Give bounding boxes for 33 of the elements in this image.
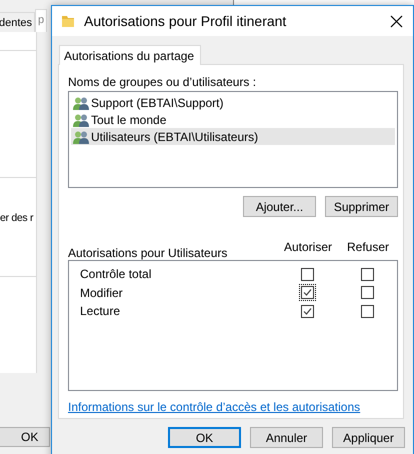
- users-icon: [73, 96, 89, 110]
- dialog-button[interactable]: Appliquer: [332, 427, 405, 448]
- checkbox[interactable]: [298, 266, 316, 283]
- checkbox[interactable]: [298, 284, 316, 302]
- add-button[interactable]: Ajouter...: [243, 196, 316, 217]
- permission-name: Contrôle total: [80, 267, 152, 282]
- checkbox[interactable]: [358, 302, 376, 320]
- dialog-button[interactable]: Annuler: [250, 427, 323, 448]
- dialog-button[interactable]: OK: [168, 427, 241, 448]
- permissions-label: Autorisations pour Utilisateurs: [68, 246, 228, 260]
- checkbox[interactable]: [298, 302, 316, 320]
- permission-name: Modifier: [80, 286, 124, 300]
- window-title: Autorisations pour Profil itinerant: [84, 13, 288, 29]
- checkbox[interactable]: [358, 266, 376, 283]
- user-list[interactable]: Support (EBTAI\Support) Tout le monde Utilisateurs (EBTAI\Utilisateurs): [68, 91, 398, 188]
- list-item[interactable]: Tout le monde: [71, 111, 395, 128]
- help-link[interactable]: Informations sur le contrôle d’accès et les autorisations: [68, 400, 360, 414]
- list-item[interactable]: Utilisateurs (EBTAI\Utilisateurs): [71, 128, 395, 145]
- ok-button[interactable]: OK: [0, 427, 50, 447]
- tab[interactable]: Autorisations du partage: [59, 45, 202, 65]
- users-icon: [73, 130, 89, 144]
- field-label: Noms de groupes ou d’utilisateurs :: [68, 75, 258, 90]
- folder-icon: [61, 13, 75, 29]
- remove-button[interactable]: Supprimer: [325, 196, 398, 217]
- users-icon: [73, 112, 89, 126]
- tab[interactable]: p: [35, 9, 48, 32]
- permission-name: Lecture: [80, 304, 122, 318]
- list-item[interactable]: Support (EBTAI\Support): [71, 94, 395, 111]
- close-icon[interactable]: [390, 14, 403, 28]
- checkbox[interactable]: [358, 284, 376, 302]
- setting-text: er des r: [0, 212, 34, 224]
- column-header: Autoriser: [282, 240, 334, 254]
- column-header: Refuser: [346, 240, 390, 254]
